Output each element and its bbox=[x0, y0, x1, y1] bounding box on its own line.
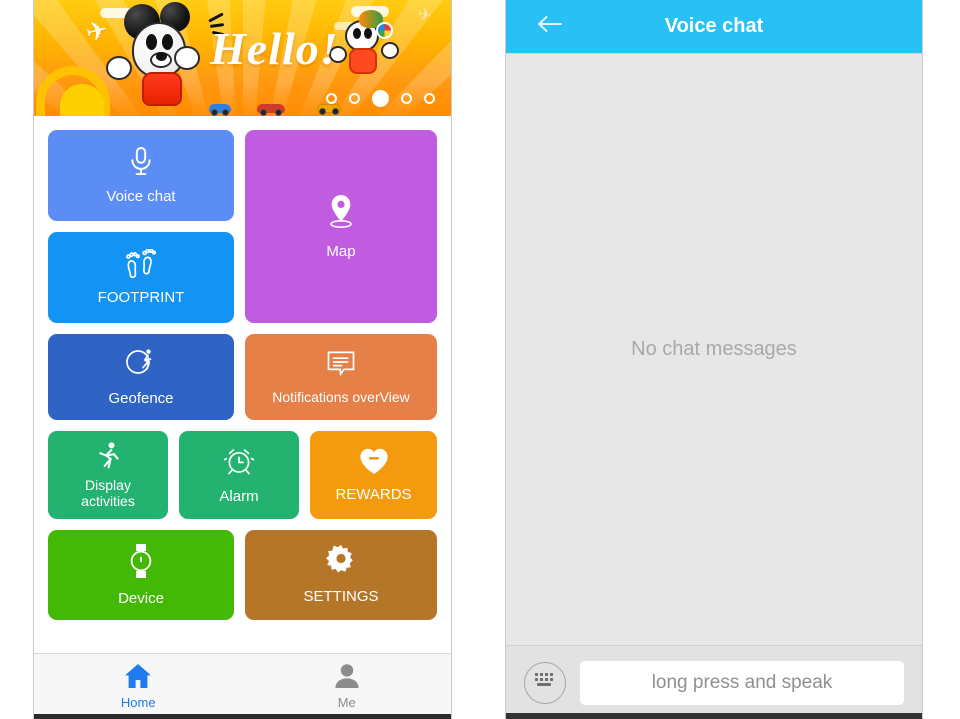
paper-plane-icon: ✈ bbox=[415, 5, 433, 26]
tile-footprint[interactable]: FOOTPRINT bbox=[48, 232, 234, 323]
mascot-hand-right bbox=[174, 46, 200, 70]
tile-alarm[interactable]: Alarm bbox=[179, 431, 299, 519]
mascot-secondary-character bbox=[329, 10, 399, 82]
tile-column-left: Voice chat FOOTPRINT bbox=[48, 130, 234, 323]
tile-label: Alarm bbox=[219, 487, 259, 505]
footprints-icon bbox=[125, 248, 157, 283]
tab-home[interactable]: Home bbox=[34, 654, 243, 719]
mascot2-body bbox=[349, 48, 377, 74]
tab-label-home: Home bbox=[120, 695, 156, 710]
mascot-eye-left bbox=[146, 34, 157, 50]
tile-display-activities[interactable]: Display activities bbox=[48, 431, 168, 519]
voice-chat-screen: Voice chat No chat messages long press a… bbox=[505, 0, 923, 719]
heart-icon bbox=[358, 447, 390, 480]
mascot2-eye-right bbox=[364, 28, 372, 39]
tile-label: Geofence bbox=[108, 389, 174, 407]
car-decoration bbox=[257, 104, 285, 116]
mascot-hand-left bbox=[106, 56, 132, 80]
tile-label-line2: activities bbox=[81, 492, 135, 509]
tile-label: Notifications overView bbox=[272, 388, 410, 405]
mascot2-eye-left bbox=[353, 28, 361, 39]
tab-me[interactable]: Me bbox=[243, 654, 452, 719]
screens-container: ✈ ✈ Hello! Voice chat FOOTPRINT Map Geof… bbox=[0, 0, 960, 719]
tile-label: Device bbox=[118, 589, 164, 607]
tile-settings[interactable]: SETTINGS bbox=[245, 530, 437, 620]
mascot-nose bbox=[156, 52, 167, 61]
car-decoration bbox=[209, 104, 231, 116]
home-icon bbox=[124, 663, 152, 692]
tile-label: Voice chat bbox=[106, 188, 176, 205]
navigation-bar: Voice chat bbox=[506, 0, 922, 53]
bottom-tab-bar: Home Me bbox=[34, 653, 451, 719]
tile-map[interactable]: Map bbox=[245, 130, 437, 323]
chat-message-list: No chat messages bbox=[506, 53, 922, 645]
tile-label-line1: Display bbox=[85, 477, 131, 494]
empty-state-text: No chat messages bbox=[631, 338, 797, 360]
beach-ball-icon bbox=[376, 22, 393, 39]
microphone-icon bbox=[126, 146, 156, 182]
page-title: Voice chat bbox=[664, 15, 764, 37]
pagination-dot[interactable] bbox=[326, 93, 337, 104]
tab-label-me: Me bbox=[337, 695, 356, 710]
keyboard-icon bbox=[533, 671, 557, 694]
tile-geofence[interactable]: Geofence bbox=[48, 334, 234, 420]
tile-row-2: Geofence Notifications overView bbox=[48, 334, 437, 420]
mascot-eye-right bbox=[162, 34, 173, 50]
banner-greeting-text: Hello! bbox=[210, 23, 339, 74]
tile-row-4: Device SETTINGS bbox=[48, 530, 437, 620]
pagination-dot[interactable] bbox=[401, 93, 412, 104]
alarm-clock-icon bbox=[223, 445, 255, 481]
home-screen: ✈ ✈ Hello! Voice chat FOOTPRINT Map Geof… bbox=[33, 0, 452, 719]
tile-label: SETTINGS bbox=[303, 587, 379, 605]
tile-device[interactable]: Device bbox=[48, 530, 234, 620]
geofence-icon bbox=[124, 347, 158, 383]
device-bottom-edge bbox=[506, 713, 922, 719]
back-button[interactable] bbox=[536, 13, 564, 41]
pagination-dot[interactable] bbox=[349, 93, 360, 104]
tile-label: Map bbox=[326, 243, 356, 260]
mascot2-hand-right bbox=[381, 42, 399, 59]
feature-tile-grid: Voice chat FOOTPRINT Map Geofence Notifi… bbox=[34, 116, 451, 653]
keyboard-toggle-button[interactable] bbox=[524, 661, 566, 704]
device-bottom-edge bbox=[34, 714, 451, 719]
airplane-icon: ✈ bbox=[82, 13, 111, 49]
mascot-character bbox=[106, 2, 225, 110]
tile-notifications-overview[interactable]: Notifications overView bbox=[245, 334, 437, 420]
tile-label: FOOTPRINT bbox=[97, 289, 185, 306]
person-icon bbox=[334, 663, 360, 692]
tile-rewards[interactable]: REWARDS bbox=[310, 431, 437, 519]
mascot-body bbox=[142, 72, 182, 106]
tile-row-3: Display activities Alarm REWARDS bbox=[48, 431, 437, 519]
pagination-dot-active[interactable] bbox=[372, 90, 389, 107]
tile-voice-chat[interactable]: Voice chat bbox=[48, 130, 234, 221]
runner-icon bbox=[93, 441, 123, 476]
arrow-left-icon bbox=[537, 14, 563, 39]
tile-label: Display activities bbox=[79, 478, 137, 508]
banner-pagination-dots[interactable] bbox=[326, 90, 435, 107]
press-to-speak-button[interactable]: long press and speak bbox=[580, 660, 904, 705]
watch-icon bbox=[127, 543, 155, 583]
message-composer: long press and speak bbox=[506, 645, 922, 719]
promo-banner[interactable]: ✈ ✈ Hello! bbox=[34, 0, 451, 116]
tile-label: REWARDS bbox=[335, 486, 412, 503]
gear-icon bbox=[325, 545, 357, 581]
tile-row-1: Voice chat FOOTPRINT Map bbox=[48, 130, 437, 323]
pagination-dot[interactable] bbox=[424, 93, 435, 104]
map-pin-icon bbox=[324, 193, 358, 237]
press-to-speak-label: long press and speak bbox=[651, 671, 833, 693]
message-icon bbox=[325, 349, 357, 382]
